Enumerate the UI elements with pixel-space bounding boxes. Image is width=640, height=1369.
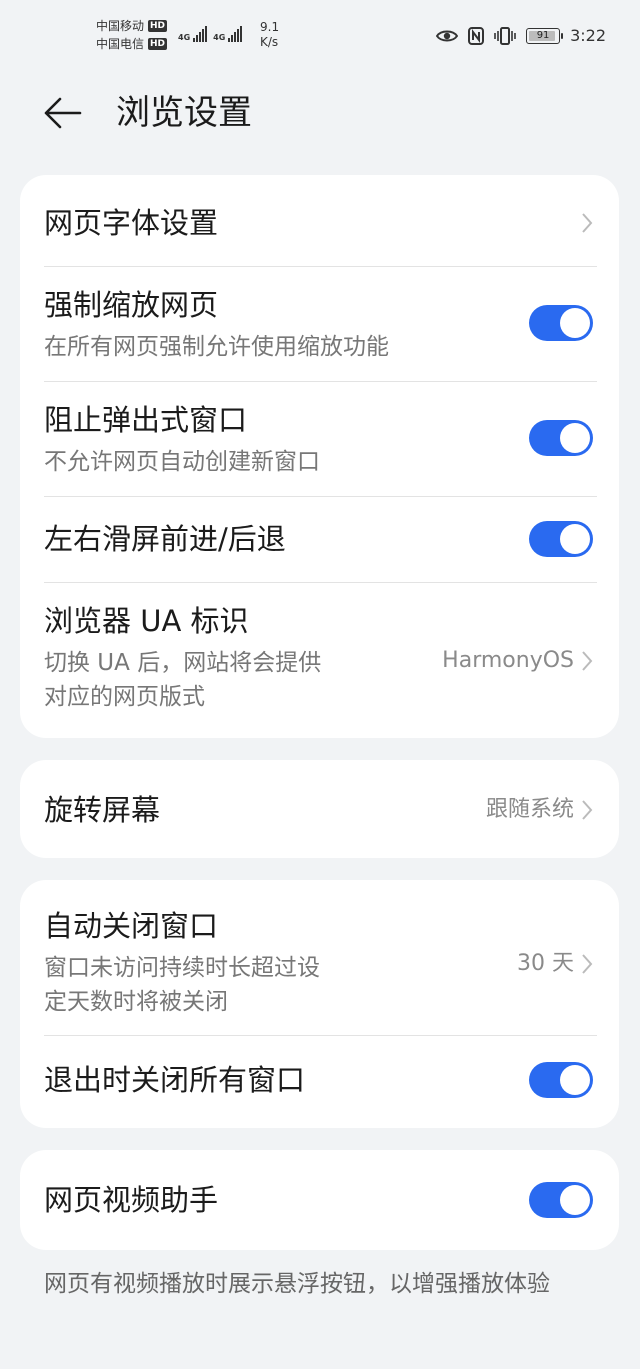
force-zoom-toggle[interactable] [529, 305, 593, 341]
force-zoom-subtitle: 在所有网页强制允许使用缩放功能 [44, 334, 389, 360]
header: 浏览设置 [0, 70, 640, 160]
auto-close-row[interactable]: 自动关闭窗口 窗口未访问持续时长超过设 定天数时将被关闭 30 天 [20, 880, 619, 1035]
block-popups-title: 阻止弹出式窗口 [44, 403, 248, 437]
chevron-right-icon [582, 651, 593, 671]
chevron-right-icon [582, 213, 593, 233]
video-helper-toggle[interactable] [529, 1182, 593, 1218]
ua-title: 浏览器 UA 标识 [44, 604, 249, 638]
signal-1-icon: 4G [178, 26, 208, 42]
block-popups-toggle[interactable] [529, 420, 593, 456]
nfc-icon [468, 26, 485, 45]
block-popups-subtitle: 不允许网页自动创建新窗口 [44, 449, 320, 475]
speed-value: 9.1 [260, 20, 280, 34]
swipe-nav-row[interactable]: 左右滑屏前进/后退 [20, 497, 619, 582]
signal-indicators: 4G 4G [178, 26, 243, 42]
auto-close-subtitle-line-1: 窗口未访问持续时长超过设 [44, 955, 320, 981]
video-helper-description: 网页有视频播放时展示悬浮按钮，以增强播放体验 [44, 1271, 550, 1297]
rotate-screen-row[interactable]: 旋转屏幕 跟随系统 [20, 760, 619, 858]
clock: 3:22 [570, 26, 606, 45]
rotate-screen-title: 旋转屏幕 [44, 793, 161, 827]
carrier-info: 中国移动 HD 中国电信 HD [96, 17, 168, 53]
auto-close-subtitle-line-2: 定天数时将被关闭 [44, 989, 228, 1015]
video-helper-title: 网页视频助手 [44, 1183, 219, 1217]
hd-badge-2: HD [148, 38, 168, 50]
back-arrow-icon[interactable] [40, 90, 86, 136]
swipe-nav-title: 左右滑屏前进/后退 [44, 522, 286, 556]
auto-close-value: 30 天 [517, 951, 574, 976]
auto-close-title: 自动关闭窗口 [44, 909, 219, 943]
speed-unit: K/s [260, 35, 279, 49]
close-on-exit-toggle[interactable] [529, 1062, 593, 1098]
page-title: 浏览设置 [116, 93, 252, 133]
settings-card-video: 网页视频助手 [20, 1150, 619, 1250]
hd-badge-1: HD [148, 20, 168, 32]
block-popups-row[interactable]: 阻止弹出式窗口 不允许网页自动创建新窗口 [20, 382, 619, 496]
battery-level: 91 [536, 29, 550, 41]
ua-subtitle-line-1: 切换 UA 后，网站将会提供 [44, 650, 322, 676]
close-on-exit-row[interactable]: 退出时关闭所有窗口 [20, 1036, 619, 1128]
chevron-right-icon [582, 954, 593, 974]
network-speed: 9.1 K/s [260, 20, 279, 50]
rotate-screen-value: 跟随系统 [485, 797, 574, 822]
font-settings-title: 网页字体设置 [44, 206, 219, 240]
ua-value: HarmonyOS [442, 648, 574, 673]
ua-row[interactable]: 浏览器 UA 标识 切换 UA 后，网站将会提供 对应的网页版式 Harmony… [20, 583, 619, 738]
chevron-right-icon [582, 800, 593, 820]
force-zoom-title: 强制缩放网页 [44, 288, 219, 322]
network-2-label: 4G [213, 33, 226, 42]
signal-2-icon: 4G [213, 26, 243, 42]
vibrate-icon [494, 26, 516, 45]
battery-icon: 91 [526, 27, 564, 44]
swipe-nav-toggle[interactable] [529, 521, 593, 557]
ua-subtitle-line-2: 对应的网页版式 [44, 684, 205, 710]
font-settings-row[interactable]: 网页字体设置 [20, 175, 619, 266]
status-icons: 91 3:22 [436, 26, 606, 45]
carrier-2-name: 中国电信 [96, 37, 145, 51]
carrier-1-name: 中国移动 [96, 19, 145, 33]
eye-icon [436, 30, 459, 41]
settings-card-rotate: 旋转屏幕 跟随系统 [20, 760, 619, 858]
close-on-exit-title: 退出时关闭所有窗口 [44, 1063, 306, 1097]
video-helper-row[interactable]: 网页视频助手 [20, 1150, 619, 1250]
network-1-label: 4G [178, 33, 191, 42]
settings-card-general: 网页字体设置 强制缩放网页 在所有网页强制允许使用缩放功能 阻止弹出式窗口 不允… [20, 175, 619, 738]
settings-card-windows: 自动关闭窗口 窗口未访问持续时长超过设 定天数时将被关闭 30 天 退出时关闭所… [20, 880, 619, 1128]
force-zoom-row[interactable]: 强制缩放网页 在所有网页强制允许使用缩放功能 [20, 267, 619, 381]
status-bar: 中国移动 HD 中国电信 HD 4G 4G 9.1 K/s 91 3:22 [0, 0, 640, 70]
